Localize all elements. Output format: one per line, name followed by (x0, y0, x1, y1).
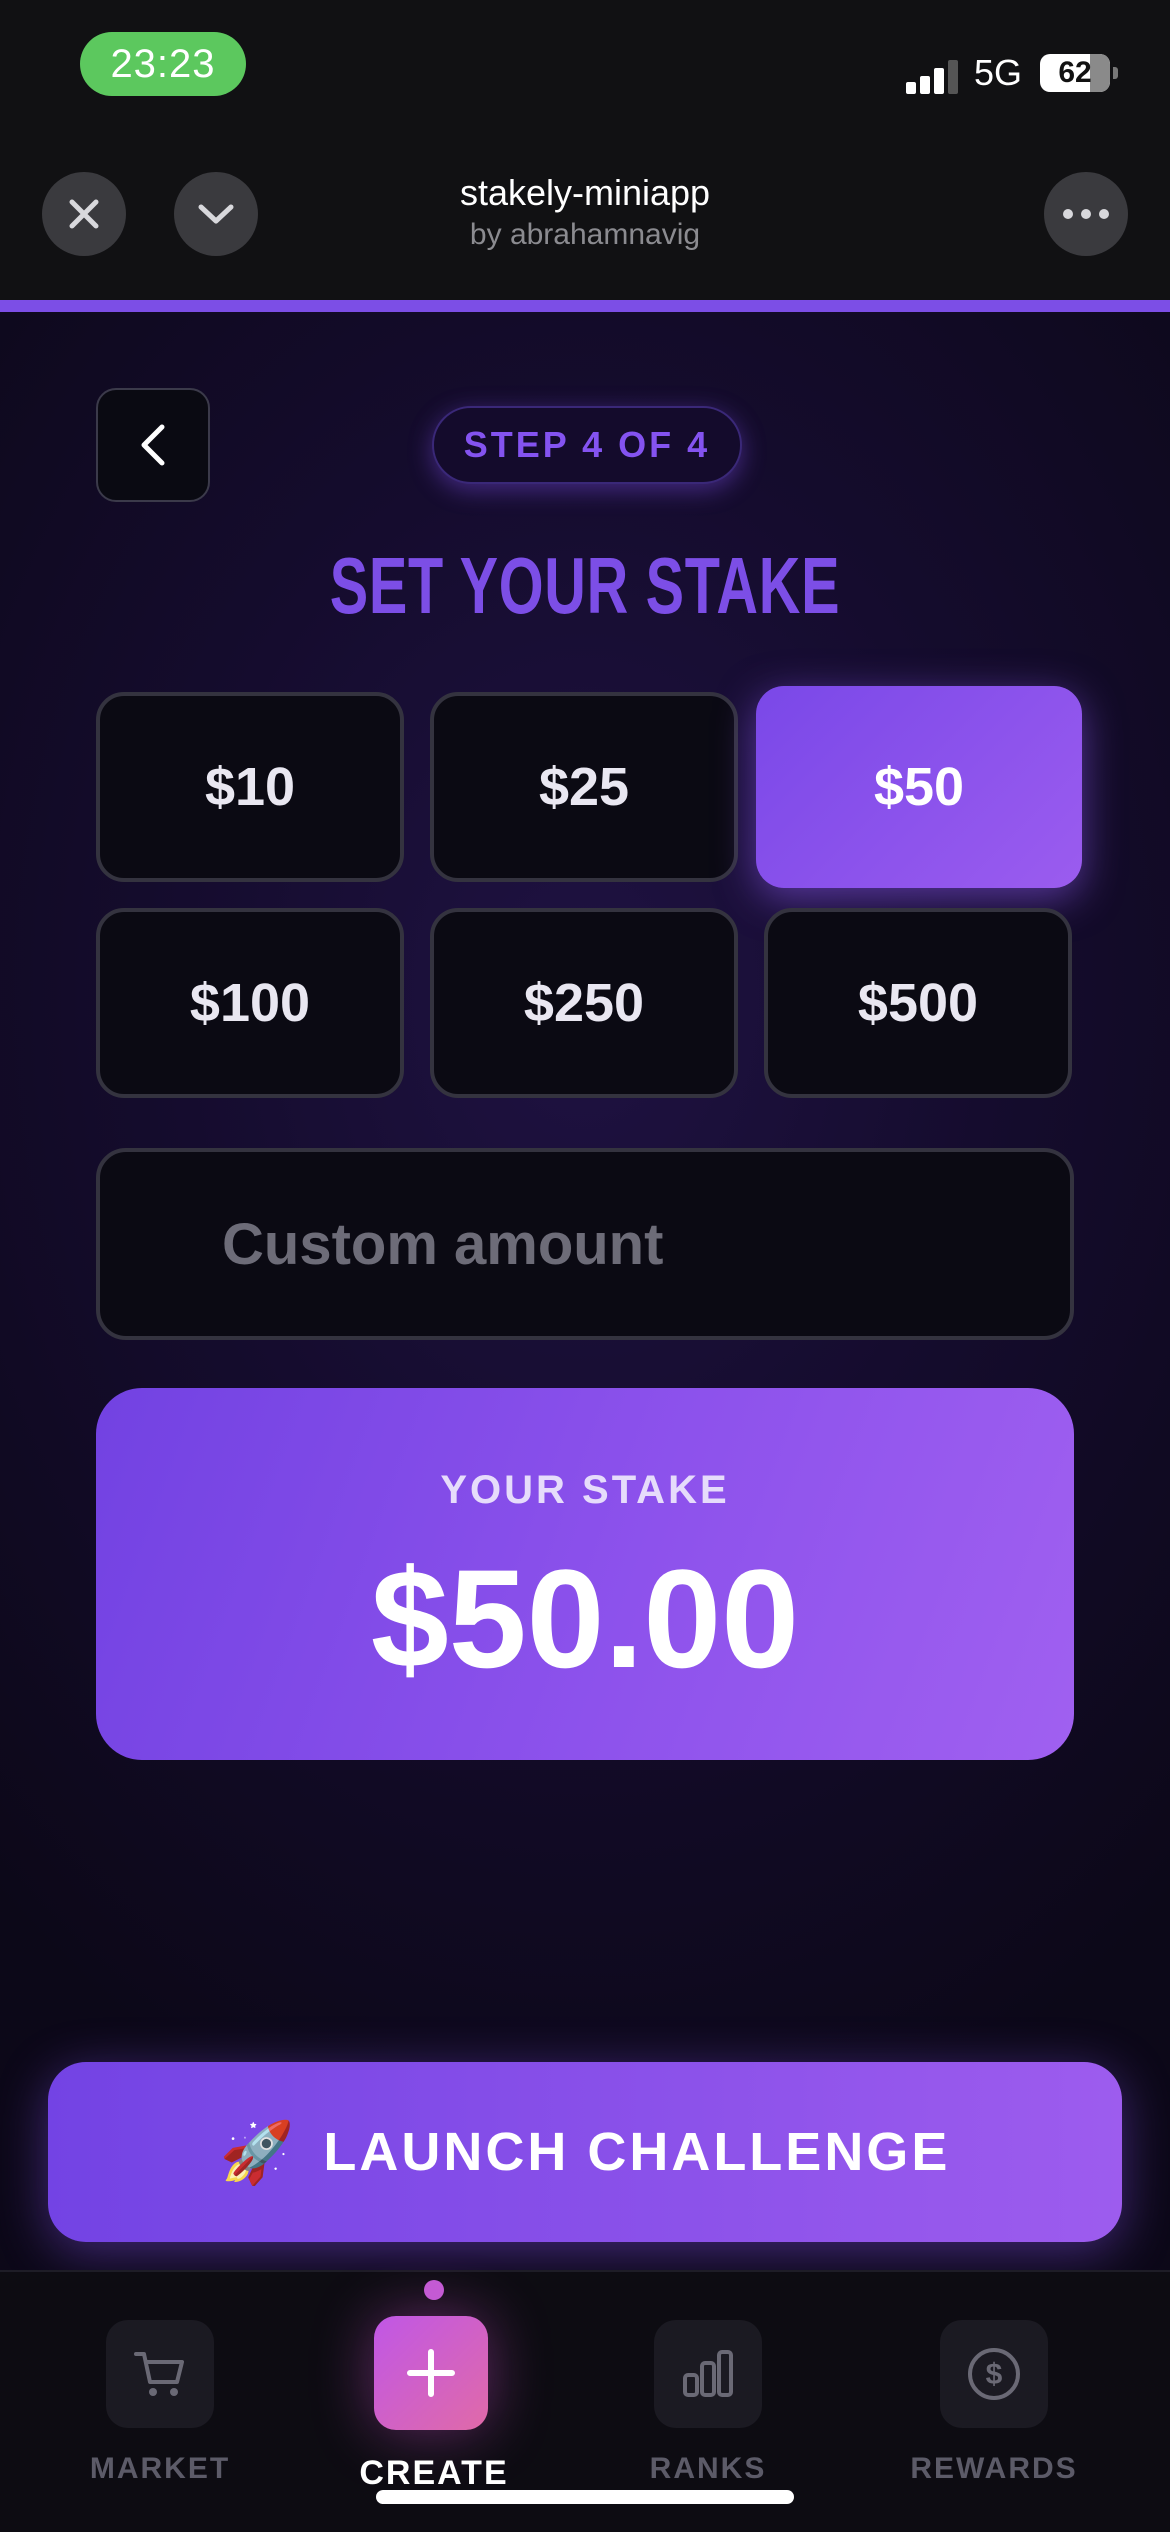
rocket-icon: 🚀 (219, 2118, 298, 2186)
page-title: SET YOUR STAKE (329, 541, 841, 630)
more-dots-icon (1063, 209, 1109, 219)
stake-value: $50.00 (370, 1540, 800, 1697)
network-label: 5G (974, 52, 1023, 93)
launch-challenge-button[interactable]: 🚀 LAUNCH CHALLENGE (48, 2062, 1122, 2242)
status-bar: 23:23 5G 62 (0, 0, 1170, 140)
tab-label: REWARDS (910, 2452, 1078, 2485)
chevron-left-icon (141, 424, 165, 466)
back-button[interactable] (96, 388, 210, 502)
stake-summary-card: YOUR STAKE $50.00 (96, 1388, 1074, 1760)
miniapp-header: stakely-miniapp by abrahamnavig (0, 140, 1170, 300)
amount-option-250[interactable]: $250 (430, 908, 738, 1098)
tab-icon-box (106, 2320, 214, 2428)
tab-icon-box: $ (940, 2320, 1048, 2428)
tab-label: MARKET (89, 2452, 231, 2485)
bar-chart-icon (683, 2350, 733, 2397)
amount-option-50[interactable]: $50 (756, 686, 1082, 888)
launch-label: LAUNCH CHALLENGE (323, 2122, 951, 2182)
active-tab-dot (424, 2280, 444, 2300)
battery-level: 62 (1058, 56, 1092, 89)
cart-icon (134, 2352, 184, 2396)
stake-label: YOUR STAKE (440, 1468, 730, 1512)
app-title: stakely-miniapp (459, 172, 711, 213)
tab-rewards[interactable]: $ REWARDS (884, 2320, 1104, 2520)
home-indicator (376, 2490, 794, 2504)
screen: 23:23 5G 62 stakely-miniapp by abrahamna… (0, 0, 1170, 2532)
step-indicator: STEP 4 OF 4 (432, 406, 742, 484)
status-time: 23:23 (80, 32, 246, 96)
more-button[interactable] (1044, 172, 1128, 256)
amount-option-500[interactable]: $500 (764, 908, 1072, 1098)
progress-accent-line (0, 300, 1170, 312)
amount-option-100[interactable]: $100 (96, 908, 404, 1098)
tab-market[interactable]: MARKET (50, 2320, 270, 2520)
tab-label: CREATE (359, 2454, 509, 2492)
main-content: STEP 4 OF 4 SET YOUR STAKE $10 $25 $50 $… (0, 312, 1170, 2270)
signal-icon (906, 56, 960, 94)
dollar-coin-icon: $ (968, 2348, 1020, 2400)
battery-icon: 62 (1040, 54, 1118, 92)
plus-icon (407, 2349, 455, 2397)
app-author: by abrahamnavig (469, 218, 701, 251)
custom-amount-input[interactable] (96, 1148, 1074, 1340)
svg-text:$: $ (986, 2358, 1003, 2391)
tab-label: RANKS (649, 2452, 767, 2485)
amount-option-25[interactable]: $25 (430, 692, 738, 882)
tab-icon-box (374, 2316, 488, 2430)
amount-option-10[interactable]: $10 (96, 692, 404, 882)
tab-icon-box (654, 2320, 762, 2428)
